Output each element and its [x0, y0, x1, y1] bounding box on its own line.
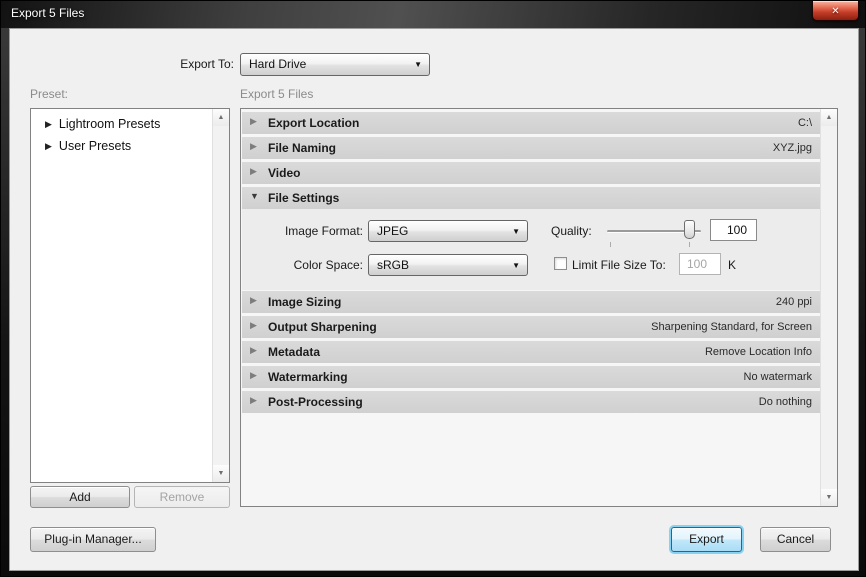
plugin-manager-button[interactable]: Plug-in Manager...	[30, 527, 156, 552]
export-to-label: Export To:	[162, 57, 234, 71]
image-format-select[interactable]: JPEG ▼	[368, 220, 528, 242]
add-preset-button[interactable]: Add	[30, 486, 130, 508]
expand-arrow-icon: ▶	[250, 320, 257, 331]
section-metadata[interactable]: ▶ Metadata Remove Location Info	[242, 341, 821, 363]
quality-input[interactable]	[710, 219, 757, 241]
image-format-value: JPEG	[377, 224, 408, 238]
scroll-down-icon[interactable]: ▼	[213, 465, 229, 482]
section-watermarking[interactable]: ▶ Watermarking No watermark	[242, 366, 821, 388]
preset-list: ▶ Lightroom Presets ▶ User Presets ▲ ▼	[30, 108, 230, 483]
main-panel-title: Export 5 Files	[240, 87, 313, 101]
expand-arrow-icon: ▶	[250, 116, 257, 127]
expand-arrow-icon: ▶	[250, 141, 257, 152]
section-label: Video	[268, 166, 300, 180]
cancel-button[interactable]: Cancel	[760, 527, 831, 552]
close-icon: ✕	[831, 6, 839, 17]
expand-arrow-icon: ▶	[250, 295, 257, 306]
section-label: Image Sizing	[268, 295, 341, 309]
remove-preset-button: Remove	[134, 486, 230, 508]
file-settings-content: Image Format: JPEG ▼ Quality: Color Spac…	[242, 209, 821, 290]
expand-arrow-icon: ▶	[250, 166, 257, 177]
section-value: 240 ppi	[776, 296, 812, 308]
section-value: XYZ.jpg	[773, 142, 812, 154]
chevron-down-icon: ▼	[414, 54, 422, 75]
section-value: No watermark	[744, 371, 812, 383]
slider-tick	[689, 242, 690, 247]
limit-file-size-label: Limit File Size To:	[572, 258, 666, 272]
export-to-value: Hard Drive	[249, 57, 306, 71]
color-space-select[interactable]: sRGB ▼	[368, 254, 528, 276]
section-video[interactable]: ▶ Video	[242, 162, 821, 184]
section-label: Watermarking	[268, 370, 348, 384]
slider-tick	[610, 242, 611, 247]
chevron-down-icon: ▼	[512, 255, 520, 276]
scroll-up-icon[interactable]: ▲	[213, 109, 229, 126]
collapse-arrow-icon: ▼	[250, 191, 259, 201]
scroll-up-icon[interactable]: ▲	[821, 109, 837, 126]
export-settings-panel: ▶ Export Location C:\ ▶ File Naming XYZ.…	[240, 108, 838, 507]
limit-file-size-input	[679, 253, 721, 275]
tree-expand-icon[interactable]: ▶	[45, 141, 52, 151]
section-file-settings[interactable]: ▼ File Settings	[242, 187, 821, 209]
limit-file-size-checkbox[interactable]	[554, 257, 567, 270]
preset-item-lightroom-presets[interactable]: ▶ Lightroom Presets	[45, 117, 160, 137]
expand-arrow-icon: ▶	[250, 395, 257, 406]
image-format-label: Image Format:	[263, 224, 363, 238]
section-value: Remove Location Info	[705, 346, 812, 358]
close-button[interactable]: ✕	[812, 1, 859, 21]
section-file-naming[interactable]: ▶ File Naming XYZ.jpg	[242, 137, 821, 159]
section-export-location[interactable]: ▶ Export Location C:\	[242, 112, 821, 134]
section-value: Do nothing	[759, 396, 812, 408]
section-value: Sharpening Standard, for Screen	[651, 321, 812, 333]
section-label: File Settings	[268, 191, 339, 205]
section-value: C:\	[798, 117, 812, 129]
preset-panel-label: Preset:	[30, 87, 68, 101]
section-output-sharpening[interactable]: ▶ Output Sharpening Sharpening Standard,…	[242, 316, 821, 338]
limit-file-size-unit: K	[728, 258, 736, 272]
section-image-sizing[interactable]: ▶ Image Sizing 240 ppi	[242, 291, 821, 313]
chevron-down-icon: ▼	[512, 221, 520, 242]
expand-arrow-icon: ▶	[250, 345, 257, 356]
export-button[interactable]: Export	[671, 527, 742, 552]
section-label: Output Sharpening	[268, 320, 377, 334]
expand-arrow-icon: ▶	[250, 370, 257, 381]
color-space-label: Color Space:	[263, 258, 363, 272]
section-label: Metadata	[268, 345, 320, 359]
section-post-processing[interactable]: ▶ Post-Processing Do nothing	[242, 391, 821, 413]
dialog-body: Export To: Hard Drive ▼ Preset: Export 5…	[9, 28, 859, 571]
quality-slider-thumb[interactable]	[684, 220, 695, 239]
section-label: File Naming	[268, 141, 336, 155]
title-bar[interactable]: Export 5 Files ✕	[1, 1, 866, 28]
quality-label: Quality:	[551, 224, 592, 238]
scroll-down-icon[interactable]: ▼	[821, 489, 837, 506]
preset-item-user-presets[interactable]: ▶ User Presets	[45, 139, 131, 159]
settings-panel-scrollbar[interactable]: ▲ ▼	[820, 109, 837, 506]
tree-expand-icon[interactable]: ▶	[45, 119, 52, 129]
preset-item-label: User Presets	[59, 139, 131, 153]
window-title: Export 5 Files	[11, 6, 84, 20]
export-to-select[interactable]: Hard Drive ▼	[240, 53, 430, 76]
export-dialog-window: Export 5 Files ✕ Export To: Hard Drive ▼…	[0, 0, 866, 577]
preset-list-scrollbar[interactable]: ▲ ▼	[212, 109, 229, 482]
color-space-value: sRGB	[377, 258, 409, 272]
preset-item-label: Lightroom Presets	[59, 117, 160, 131]
section-label: Post-Processing	[268, 395, 363, 409]
section-label: Export Location	[268, 116, 359, 130]
